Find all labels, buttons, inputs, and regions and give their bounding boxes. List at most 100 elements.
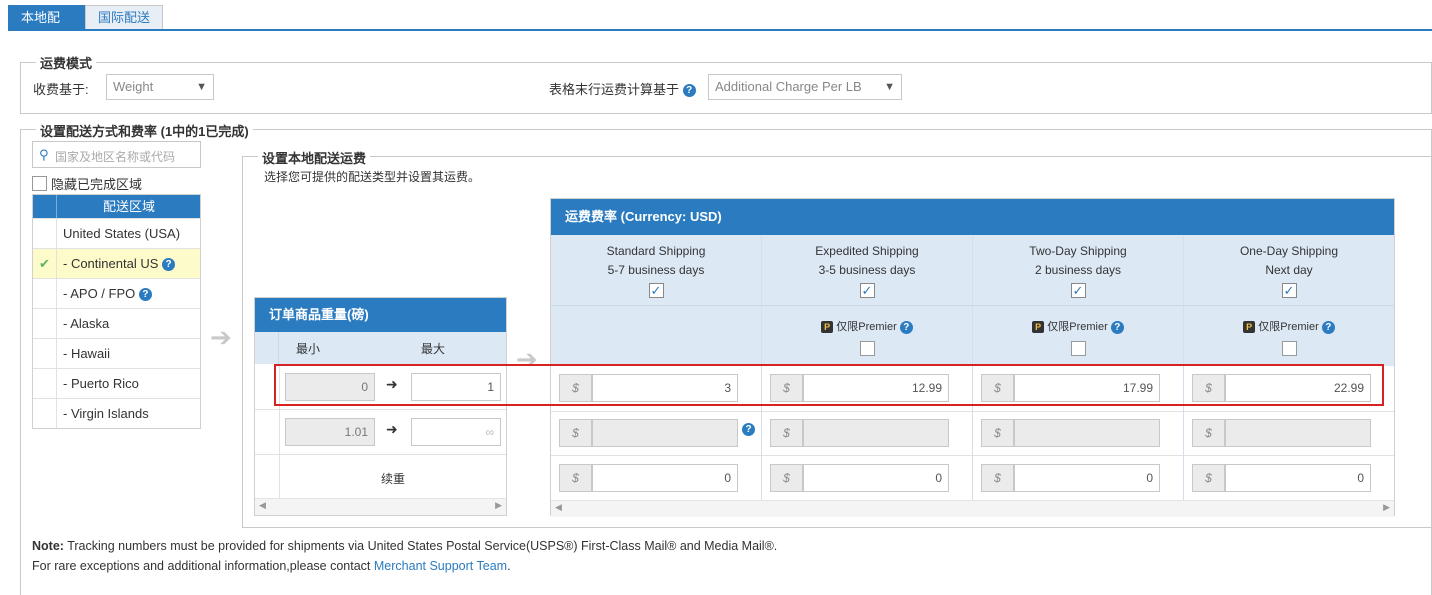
charge-basis-value: Weight bbox=[113, 79, 154, 94]
shipping-option-standard: Standard Shipping 5-7 business days bbox=[551, 242, 761, 301]
region-row-usa[interactable]: United States (USA) bbox=[33, 218, 200, 248]
region-label: - Hawaii bbox=[63, 346, 110, 361]
tab-divider bbox=[8, 29, 1432, 31]
note-line-2: For rare exceptions and additional infor… bbox=[32, 559, 371, 573]
region-column-header: 配送区域 bbox=[102, 199, 155, 214]
renewal-weight-label: 续重 bbox=[381, 472, 406, 486]
shipping-option-days: 3-5 business days bbox=[818, 263, 916, 277]
help-icon[interactable]: ? bbox=[1110, 320, 1124, 334]
region-search-placeholder: 国家及地区名称或代码 bbox=[55, 150, 176, 164]
weight-table-subheader: 最小 最大 bbox=[255, 332, 506, 364]
note-line-2-end: . bbox=[507, 559, 511, 573]
weight-min-input[interactable]: 1.01 bbox=[285, 418, 375, 446]
arrow-right-icon: ➔ bbox=[210, 322, 232, 352]
hide-completed-wrap: 隐藏已完成区域 bbox=[32, 174, 142, 193]
region-row-apo-fpo[interactable]: - APO / FPO ? bbox=[33, 278, 200, 308]
expedited-shipping-checkbox[interactable] bbox=[859, 283, 875, 298]
scroll-left-icon[interactable]: ◀ bbox=[259, 500, 266, 511]
standard-rate-input[interactable] bbox=[592, 419, 738, 447]
tab-local-shipping[interactable]: 本地配送 bbox=[8, 5, 85, 49]
help-icon[interactable]: ? bbox=[899, 320, 913, 334]
region-label: - Alaska bbox=[63, 316, 110, 331]
premier-only-expedited: P 仅限Premier ? bbox=[762, 318, 972, 359]
region-row-virgin-islands[interactable]: - Virgin Islands bbox=[33, 398, 200, 428]
weight-table-header: 订单商品重量(磅) bbox=[255, 298, 506, 332]
tab-international-shipping[interactable]: 国际配送 bbox=[85, 5, 163, 30]
region-row-alaska[interactable]: - Alaska bbox=[33, 308, 200, 338]
help-icon[interactable]: ? bbox=[162, 258, 176, 272]
region-label: United States (USA) bbox=[63, 226, 181, 241]
help-icon[interactable]: ? bbox=[1321, 320, 1335, 334]
note-label: Note: bbox=[32, 539, 64, 553]
tracking-note: Note: Tracking numbers must be provided … bbox=[32, 536, 777, 576]
chevron-down-icon: ▼ bbox=[884, 81, 895, 93]
standard-shipping-checkbox[interactable] bbox=[648, 283, 664, 298]
region-row-puerto-rico[interactable]: - Puerto Rico bbox=[33, 368, 200, 398]
last-row-calc-select[interactable]: Additional Charge Per LB ▼ bbox=[708, 74, 902, 100]
two-day-shipping-checkbox[interactable] bbox=[1070, 283, 1086, 298]
currency-symbol: $ bbox=[1192, 464, 1225, 492]
scroll-right-icon[interactable]: ▶ bbox=[1383, 502, 1390, 513]
horizontal-scrollbar[interactable]: ◀ ▶ bbox=[255, 498, 506, 515]
shipping-option-name: One-Day Shipping bbox=[1239, 244, 1339, 258]
region-row-continental-us[interactable]: ✔ - Continental US ? bbox=[33, 248, 200, 278]
region-label-wrap: - Continental US ? bbox=[63, 249, 176, 278]
currency-symbol: $ bbox=[770, 464, 803, 492]
premier-icon: P bbox=[1032, 321, 1045, 334]
checkmark-icon: ✔ bbox=[33, 249, 57, 278]
last-row-label: 表格末行运费计算基于 bbox=[549, 82, 680, 97]
region-label: - Puerto Rico bbox=[63, 376, 139, 391]
shipping-option-name: Two-Day Shipping bbox=[1029, 244, 1127, 258]
help-icon[interactable]: ? bbox=[682, 84, 696, 98]
one-day-additional-rate-input[interactable]: 0 bbox=[1225, 464, 1371, 492]
region-row-hawaii[interactable]: - Hawaii bbox=[33, 338, 200, 368]
region-label: - APO / FPO bbox=[63, 286, 136, 301]
region-search-input[interactable]: ⚲ 国家及地区名称或代码 bbox=[32, 141, 201, 168]
standard-additional-rate-input[interactable]: 0 bbox=[592, 464, 738, 492]
premier-checkbox[interactable] bbox=[1070, 341, 1086, 356]
currency-symbol: $ bbox=[559, 419, 592, 447]
shipping-option-expedited: Expedited Shipping 3-5 business days bbox=[762, 242, 972, 301]
shipping-option-one-day: One-Day Shipping Next day bbox=[1184, 242, 1394, 301]
rate-table: 运费费率 (Currency: USD) Standard Shipping 5… bbox=[550, 198, 1395, 517]
one-day-rate-input[interactable] bbox=[1225, 419, 1371, 447]
rate-table-header: 运费费率 (Currency: USD) bbox=[551, 199, 1394, 235]
currency-symbol: $ bbox=[981, 419, 1014, 447]
local-rates-instruction: 选择您可提供的配送类型并设置其运费。 bbox=[264, 170, 481, 184]
currency-symbol: $ bbox=[559, 464, 592, 492]
premier-only-label: 仅限Premier bbox=[836, 321, 897, 333]
expedited-rate-input[interactable] bbox=[803, 419, 949, 447]
region-label: - Virgin Islands bbox=[63, 406, 149, 421]
region-table: 配送区域 United States (USA) ✔ - Continental… bbox=[32, 194, 201, 429]
shipping-option-days: 5-7 business days bbox=[607, 263, 705, 277]
hide-completed-checkbox[interactable] bbox=[32, 176, 47, 191]
premier-checkbox[interactable] bbox=[859, 341, 875, 356]
currency-symbol: $ bbox=[1192, 419, 1225, 447]
premier-only-two-day: P 仅限Premier ? bbox=[973, 318, 1183, 359]
premier-checkbox[interactable] bbox=[1281, 341, 1297, 356]
note-line-1: Tracking numbers must be provided for sh… bbox=[67, 539, 778, 553]
one-day-shipping-checkbox[interactable] bbox=[1281, 283, 1297, 298]
region-label: - Continental US bbox=[63, 256, 159, 271]
local-rates-legend: 设置本地配送运费 bbox=[258, 148, 371, 167]
merchant-support-link[interactable]: Merchant Support Team bbox=[374, 559, 507, 573]
shipping-option-days: Next day bbox=[1265, 263, 1313, 277]
shipping-option-name: Expedited Shipping bbox=[815, 244, 919, 258]
expedited-additional-rate-input[interactable]: 0 bbox=[803, 464, 949, 492]
premier-only-one-day: P 仅限Premier ? bbox=[1184, 318, 1394, 359]
currency-symbol: $ bbox=[770, 419, 803, 447]
horizontal-scrollbar[interactable]: ◀ ▶ bbox=[551, 500, 1394, 517]
help-icon[interactable]: ? bbox=[138, 288, 152, 302]
shipping-option-two-day: Two-Day Shipping 2 business days bbox=[973, 242, 1183, 301]
two-day-additional-rate-input[interactable]: 0 bbox=[1014, 464, 1160, 492]
search-icon: ⚲ bbox=[39, 147, 49, 162]
last-row-label-wrap: 表格末行运费计算基于 ? bbox=[549, 79, 696, 98]
two-day-rate-input[interactable] bbox=[1014, 419, 1160, 447]
weight-max-input[interactable]: ∞ bbox=[411, 418, 501, 446]
scroll-left-icon[interactable]: ◀ bbox=[555, 502, 562, 513]
region-status bbox=[33, 219, 57, 248]
shipping-option-name: Standard Shipping bbox=[606, 244, 706, 258]
scroll-right-icon[interactable]: ▶ bbox=[495, 500, 502, 511]
help-icon[interactable]: ? bbox=[742, 423, 755, 436]
charge-basis-select[interactable]: Weight ▼ bbox=[106, 74, 214, 100]
